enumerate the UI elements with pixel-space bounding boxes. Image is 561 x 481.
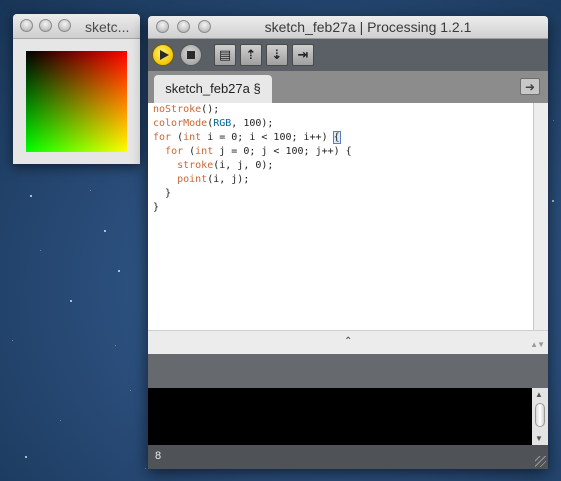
play-icon [160, 50, 169, 60]
run-button[interactable] [152, 44, 174, 66]
arrow-right-icon: ➜ [524, 79, 536, 94]
sketch-window-titlebar[interactable]: sketc... [13, 14, 140, 39]
console-scrollbar[interactable]: ▲ ▼ [532, 388, 548, 445]
sketch-canvas [26, 51, 127, 152]
save-arrow-down-icon: ⇣ [271, 47, 283, 63]
editor-console-divider[interactable]: ⌃ ▲▼ [148, 330, 548, 355]
save-button[interactable]: ⇣ [266, 44, 288, 66]
matched-bracket: { [332, 131, 341, 144]
processing-ide-window: sketch_feb27a | Processing 1.2.1 ▤ ⇡ ⇣ ⇥… [148, 16, 548, 469]
code-text[interactable]: noStroke(); colorMode(RGB, 100); for (in… [153, 103, 352, 215]
tab-menu-button[interactable]: ➜ [520, 78, 540, 95]
message-area [148, 354, 548, 388]
code-line: noStroke(); [153, 104, 220, 115]
code-line: } [153, 188, 172, 199]
ide-titlebar[interactable]: sketch_feb27a | Processing 1.2.1 [148, 16, 548, 39]
status-bar: 8 [148, 445, 548, 469]
toolbar: ▤ ⇡ ⇣ ⇥ [148, 39, 548, 71]
stop-button[interactable] [180, 44, 202, 66]
scroll-up-icon[interactable]: ▲ [535, 390, 543, 399]
code-line: colorMode(RGB, 100); [153, 118, 274, 129]
code-line: for (int i = 0; i < 100; i++) { [153, 131, 341, 144]
code-editor[interactable]: noStroke(); colorMode(RGB, 100); for (in… [148, 103, 533, 330]
new-button[interactable]: ▤ [214, 44, 236, 66]
export-button[interactable]: ⇥ [292, 44, 314, 66]
close-window-button[interactable] [20, 19, 33, 32]
open-arrow-up-icon: ⇡ [245, 47, 257, 63]
code-line: for (int j = 0; j < 100; j++) { [165, 146, 352, 157]
line-number: 8 [155, 450, 162, 462]
minimize-window-button[interactable] [39, 19, 52, 32]
open-button[interactable]: ⇡ [240, 44, 262, 66]
scroll-arrows-icon[interactable]: ▲▼ [530, 340, 545, 349]
console-scroll-thumb[interactable] [535, 403, 545, 427]
resize-grip-icon[interactable] [535, 456, 546, 467]
stop-icon [187, 51, 195, 59]
split-arrow-up-icon[interactable]: ⌃ [344, 336, 352, 347]
scroll-down-icon[interactable]: ▼ [535, 434, 543, 443]
window-title: sketch_feb27a | Processing 1.2.1 [264, 19, 472, 35]
code-line: stroke(i, j, 0); [177, 160, 274, 171]
sketch-output-window[interactable]: sketc... [13, 14, 140, 164]
window-controls [20, 19, 71, 32]
zoom-window-button[interactable] [58, 19, 71, 32]
export-arrow-icon: ⇥ [297, 47, 309, 63]
tab-sketch-feb27a[interactable]: sketch_feb27a § [154, 75, 272, 103]
code-line: } [153, 202, 160, 213]
code-line: point(i, j); [177, 174, 250, 185]
sketch-window-title: sketc... [85, 19, 130, 35]
tab-bar: sketch_feb27a § ➜ [148, 71, 548, 103]
editor-scrollbar[interactable] [533, 103, 548, 330]
console-output[interactable] [148, 388, 532, 445]
new-document-icon: ▤ [218, 47, 232, 63]
